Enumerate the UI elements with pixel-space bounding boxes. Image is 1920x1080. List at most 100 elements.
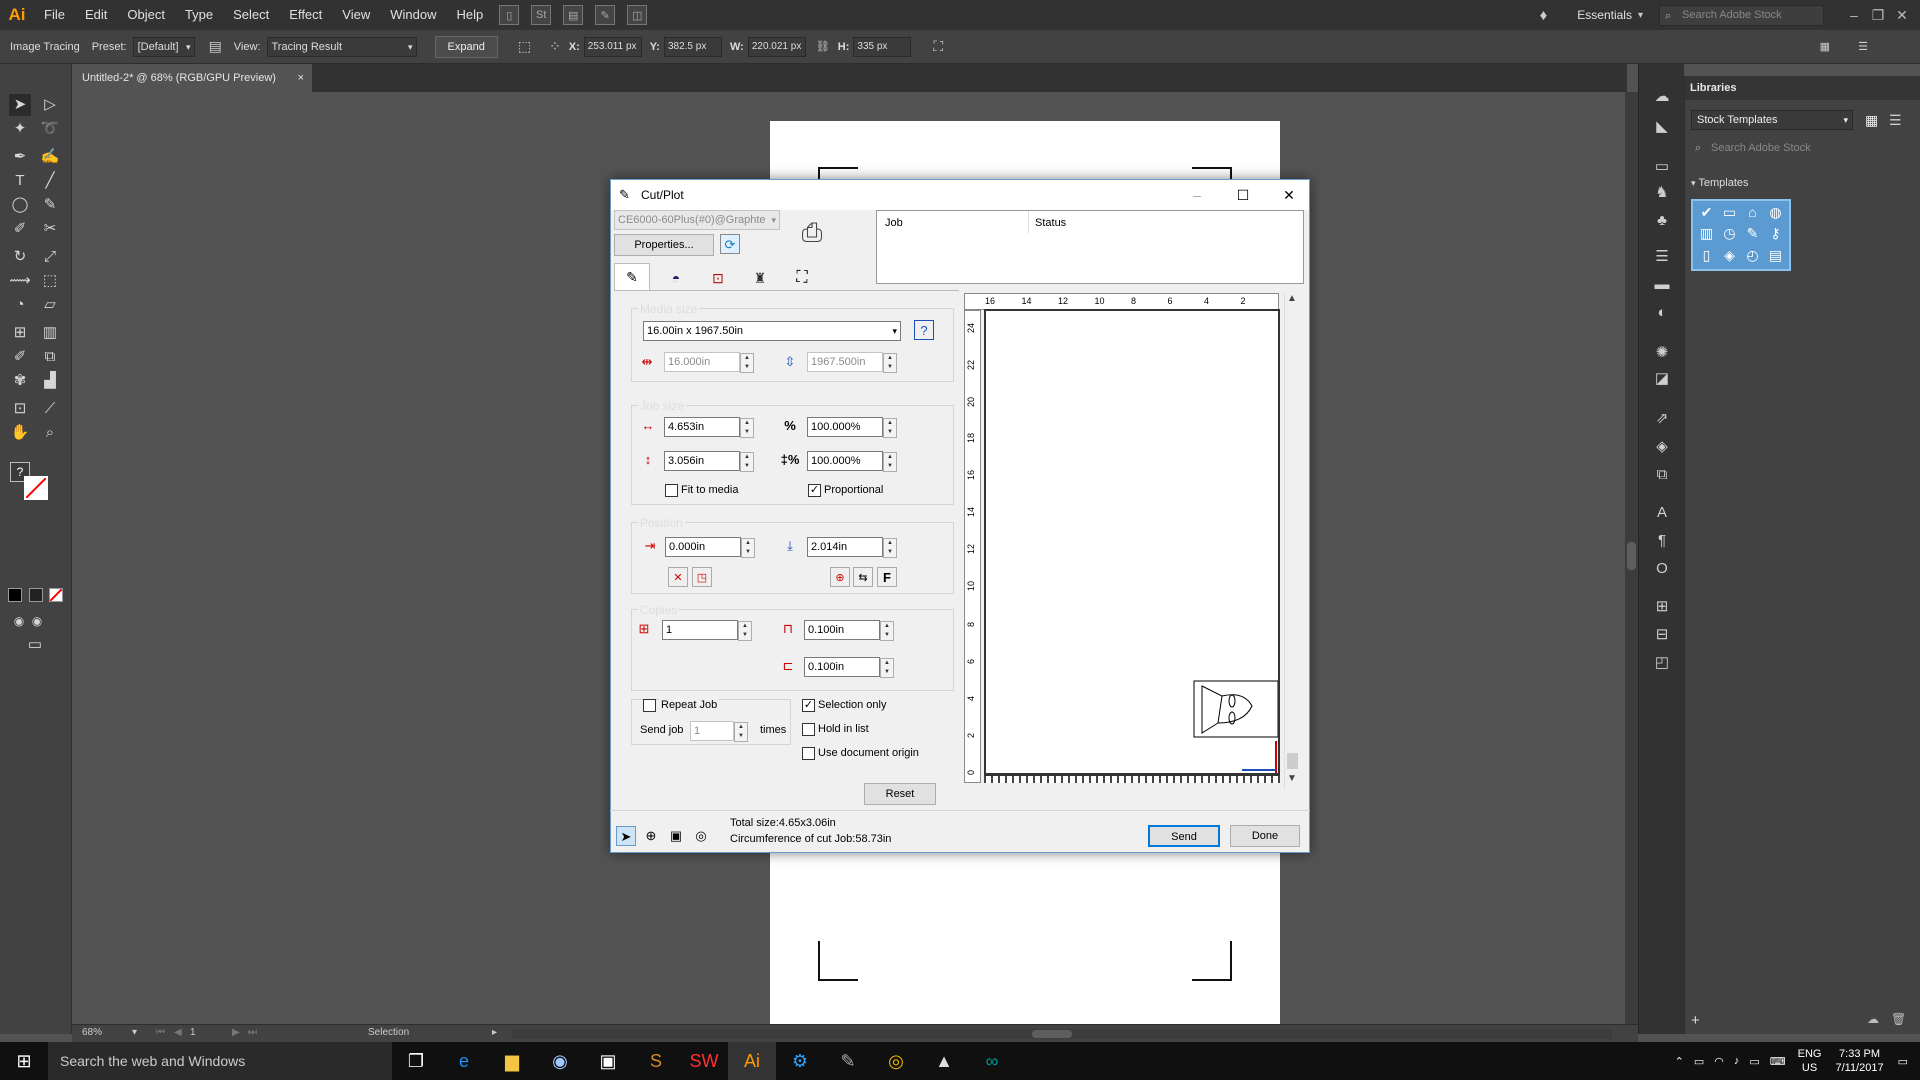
symbol-sprayer-icon[interactable]: ✾ — [9, 370, 31, 392]
mirror-icon[interactable]: F — [877, 567, 897, 587]
job-height-field[interactable]: 3.056in ▲ ▼ — [664, 451, 754, 472]
arrange-icon[interactable]: ▦ — [1820, 40, 1830, 53]
send-job-count-field[interactable]: 1 ▲ ▼ — [690, 721, 748, 742]
spinner[interactable]: ▲ ▼ — [880, 658, 894, 678]
done-button[interactable]: Done — [1230, 825, 1300, 847]
windows-start-icon[interactable]: ⊞ — [0, 1042, 48, 1080]
use-document-origin-checkbox[interactable] — [802, 747, 815, 760]
blend-tool-icon[interactable]: ⧉ — [39, 346, 61, 368]
minimize-button[interactable]: – — [1177, 180, 1217, 210]
menu-file[interactable]: File — [34, 0, 75, 30]
shape-builder-icon[interactable]: ◔ — [9, 294, 31, 316]
spinner[interactable]: ▲ ▼ — [734, 722, 748, 742]
reset-origin-icon[interactable]: ✕ — [668, 567, 688, 587]
slice-tool-icon[interactable]: ⟋ — [39, 398, 61, 420]
zoom-fit-icon[interactable]: ▣ — [666, 826, 686, 846]
character-icon[interactable]: A — [1651, 502, 1673, 524]
no-color-mode-icon[interactable] — [49, 588, 63, 602]
lasso-icon[interactable]: ➰ — [39, 118, 61, 140]
selection-tool-icon[interactable]: ➤ — [9, 94, 31, 116]
image-tracing-link[interactable]: Image Tracing — [10, 41, 80, 53]
h-field[interactable]: 335 px — [853, 36, 912, 57]
reset-button[interactable]: Reset — [864, 783, 936, 805]
panel-menu-icon[interactable]: ☰ — [1858, 40, 1868, 53]
next-artboard-icon[interactable]: ▶ — [232, 1027, 240, 1038]
job-column-header[interactable]: Job — [885, 217, 903, 229]
send-button[interactable]: Send — [1148, 825, 1220, 847]
spinner[interactable]: ▲ ▼ — [740, 452, 754, 472]
selection-only-checkbox[interactable]: ✓ — [802, 699, 815, 712]
gpu-performance-icon[interactable]: ◫ — [627, 5, 648, 25]
trash-icon[interactable]: 🗑 — [1891, 1012, 1906, 1026]
menu-window[interactable]: Window — [380, 0, 446, 30]
paint-icon[interactable]: ✎ — [824, 1042, 872, 1080]
stock-icon[interactable]: St — [531, 5, 552, 25]
chevron-down-icon[interactable]: ▾ — [1638, 10, 1643, 21]
hold-in-list-checkbox[interactable] — [802, 723, 815, 736]
task-view-icon[interactable]: ❐ — [392, 1042, 440, 1080]
document-tab[interactable]: Untitled-2* @ 68% (RGB/GPU Preview) × — [72, 64, 312, 92]
maximize-button[interactable]: ☐ — [1223, 180, 1263, 210]
magic-wand-icon[interactable]: ✦ — [9, 118, 31, 140]
menu-view[interactable]: View — [332, 0, 380, 30]
sublime-icon[interactable]: S — [632, 1042, 680, 1080]
status-column-header[interactable]: Status — [1035, 217, 1066, 229]
lightbulb-icon[interactable]: ♦ — [1540, 7, 1548, 24]
restore-button[interactable]: ❐ — [1866, 7, 1890, 24]
menu-select[interactable]: Select — [223, 0, 279, 30]
templates-section[interactable]: ▾ Templates — [1691, 177, 1749, 189]
position-y-field[interactable]: 2.014in ▲ ▼ — [807, 537, 897, 558]
device-select[interactable]: CE6000-60Plus(#0)@Graphte ▾ — [614, 210, 780, 230]
prev-artboard-icon[interactable]: ◀ — [174, 1027, 182, 1038]
pathfinder-icon[interactable]: ◰ — [1651, 652, 1673, 674]
store-icon[interactable]: ▣ — [584, 1042, 632, 1080]
scroll-thumb[interactable] — [1627, 542, 1636, 570]
width-tool-icon[interactable]: ⟿ — [9, 270, 31, 292]
menu-object[interactable]: Object — [117, 0, 175, 30]
template-tile[interactable]: ✔ ▭ ⌂ ◍ ▥ ◷ ✎ ⚷ ▯ ◈ ◴ ▤ — [1691, 199, 1791, 271]
horizontal-scrollbar[interactable] — [512, 1029, 1612, 1039]
position-x-field[interactable]: 0.000in ▲ ▼ — [665, 537, 755, 558]
dialog-titlebar[interactable]: ✎ Cut/Plot – ☐ ✕ — [611, 180, 1309, 210]
perspective-grid-icon[interactable]: ▱ — [39, 294, 61, 316]
align-icon[interactable]: ⬚ — [518, 38, 531, 55]
spinner[interactable]: ▲ ▼ — [740, 418, 754, 438]
link-icon[interactable]: ⛓ — [816, 40, 830, 53]
refresh-device-icon[interactable]: ⟳ — [720, 234, 740, 254]
clock[interactable]: 7:33 PM 7/11/2017 — [1835, 1047, 1883, 1075]
pointer-tool-icon[interactable]: ➤ — [616, 826, 636, 846]
layers-icon[interactable]: ◈ — [1651, 436, 1673, 458]
view-select[interactable]: Tracing Result ▾ — [266, 36, 417, 57]
rotate-job-icon[interactable]: ⇆ — [853, 567, 873, 587]
curvature-tool-icon[interactable]: ✍ — [39, 146, 61, 168]
chevron-up-icon[interactable]: ▲ — [1287, 293, 1297, 304]
repeat-job-checkbox[interactable] — [643, 699, 656, 712]
spinner[interactable]: ▲ ▼ — [883, 538, 897, 558]
copies-field[interactable]: 1 ▲ ▼ — [662, 620, 752, 641]
zoom-media-icon[interactable]: ◎ — [691, 826, 711, 846]
properties-icon[interactable]: ◣ — [1651, 116, 1673, 138]
y-field[interactable]: 382.5 px — [663, 36, 722, 57]
close-icon[interactable]: × — [298, 64, 304, 92]
battery-icon[interactable]: ▭ — [1694, 1055, 1704, 1068]
library-select[interactable]: Stock Templates ▾ — [1691, 110, 1853, 130]
chevron-right-icon[interactable]: ▸ — [492, 1027, 497, 1038]
preview-scrollbar[interactable]: ▲ ▼ — [1284, 293, 1300, 789]
file-explorer-icon[interactable]: ▆ — [488, 1042, 536, 1080]
media-width-field[interactable]: 16.000in ▲ ▼ — [664, 352, 754, 373]
menu-help[interactable]: Help — [446, 0, 493, 30]
w-field[interactable]: 220.021 px — [747, 36, 806, 57]
solidworks-icon[interactable]: SW — [680, 1042, 728, 1080]
wifi-icon[interactable]: ◠ — [1714, 1055, 1724, 1068]
last-artboard-icon[interactable]: ⏭ — [248, 1027, 257, 1038]
workspace-switcher[interactable]: Essentials — [1577, 8, 1632, 22]
stock-search-input[interactable]: ⌕ Search Adobe Stock — [1659, 4, 1824, 26]
align-panel-icon[interactable]: ⊟ — [1651, 624, 1673, 646]
menu-edit[interactable]: Edit — [75, 0, 117, 30]
opentype-icon[interactable]: O — [1651, 558, 1673, 580]
chevron-down-icon[interactable]: ▾ — [132, 1027, 137, 1038]
tab-registration[interactable]: ⊡ — [700, 266, 736, 290]
job-width-field[interactable]: 4.653in ▲ ▼ — [664, 417, 754, 438]
illustrator-taskbar-icon[interactable]: Ai — [728, 1042, 776, 1080]
media-length-field[interactable]: 1967.500in ▲ ▼ — [807, 352, 897, 373]
